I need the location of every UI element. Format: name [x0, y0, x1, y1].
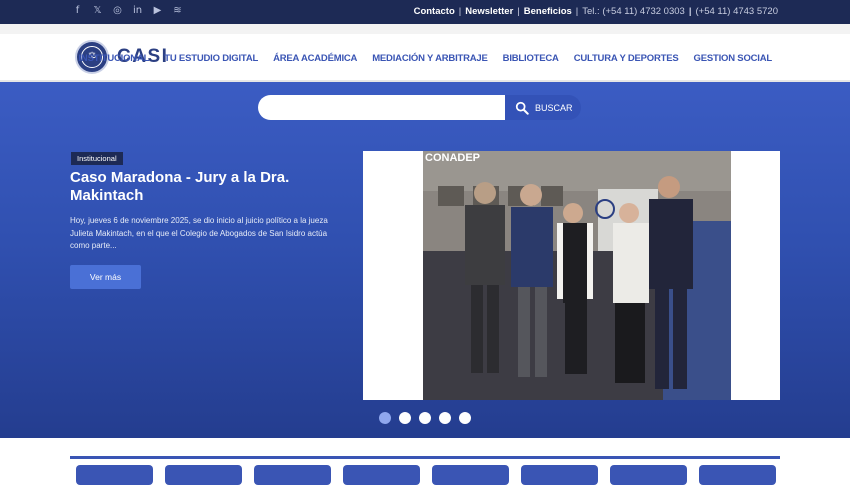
- nav-gestion-social[interactable]: GESTION SOCIAL: [694, 53, 773, 64]
- slide-title[interactable]: Caso Maradona - Jury a la Dra. Makintach: [70, 169, 340, 205]
- linkedin-icon[interactable]: in: [132, 5, 143, 16]
- hero-slider: BUSCAR Institucional Caso Maradona - Jur…: [0, 82, 850, 438]
- group-photo: CONADEP: [423, 151, 731, 400]
- quick-tile[interactable]: [76, 465, 153, 485]
- category-tag[interactable]: Institucional: [71, 152, 123, 165]
- nav-mediacion-arbitraje[interactable]: MEDIACIÓN Y ARBITRAJE: [372, 53, 488, 64]
- main-nav: INSTITUCIONAL TU ESTUDIO DIGITAL ÁREA AC…: [78, 53, 772, 64]
- nav-biblioteca[interactable]: BIBLIOTECA: [503, 53, 559, 64]
- slide-photo[interactable]: CONADEP: [423, 151, 731, 400]
- quick-tile[interactable]: [254, 465, 331, 485]
- slider-dot-5[interactable]: [459, 412, 471, 424]
- photo-sign: CONADEP: [425, 152, 480, 164]
- phone-number-2: (+54 11) 4743 5720: [695, 6, 779, 17]
- quick-tile[interactable]: [432, 465, 509, 485]
- search-button-label: BUSCAR: [535, 102, 573, 113]
- facebook-icon[interactable]: f: [72, 5, 83, 16]
- search-icon: [515, 101, 529, 115]
- search-button[interactable]: BUSCAR: [505, 95, 581, 120]
- slider-dot-1[interactable]: [379, 412, 391, 424]
- beneficios-link[interactable]: Beneficios: [524, 6, 572, 17]
- quick-tile[interactable]: [165, 465, 242, 485]
- slide-image-frame: CONADEP: [363, 151, 780, 400]
- slide-excerpt: Hoy, jueves 6 de noviembre 2025, se dio …: [70, 216, 328, 250]
- quick-access-tiles: [76, 465, 776, 485]
- quick-tile[interactable]: [343, 465, 420, 485]
- ver-mas-button[interactable]: Ver más: [70, 265, 141, 289]
- x-icon[interactable]: 𝕏: [92, 5, 103, 16]
- search-input[interactable]: [258, 95, 506, 120]
- site-header: ⚖ CASI INSTITUCIONAL TU ESTUDIO DIGITAL …: [0, 24, 850, 82]
- newsletter-link[interactable]: Newsletter: [465, 6, 513, 17]
- slider-dot-2[interactable]: [399, 412, 411, 424]
- quick-tile[interactable]: [699, 465, 776, 485]
- nav-area-academica[interactable]: ÁREA ACADÉMICA: [273, 53, 357, 64]
- top-bar: f 𝕏 ◎ in ▶ ≋ Contacto | Newsletter | Benefic…: [0, 0, 850, 24]
- slider-dot-4[interactable]: [439, 412, 451, 424]
- instagram-icon[interactable]: ◎: [112, 5, 123, 16]
- slider-dots: [379, 412, 471, 424]
- section-divider: [70, 456, 780, 459]
- nav-tu-estudio-digital[interactable]: TU ESTUDIO DIGITAL: [164, 53, 258, 64]
- quick-tile[interactable]: [610, 465, 687, 485]
- rss-icon[interactable]: ≋: [172, 5, 183, 16]
- phone-number: Tel.: (+54 11) 4732 0303: [582, 6, 685, 17]
- social-links: f 𝕏 ◎ in ▶ ≋: [72, 5, 183, 16]
- slider-dot-3[interactable]: [419, 412, 431, 424]
- youtube-icon[interactable]: ▶: [152, 5, 163, 16]
- top-links: Contacto | Newsletter | Beneficios | Tel.: (+5…: [413, 6, 779, 17]
- nav-institucional[interactable]: INSTITUCIONAL: [78, 53, 149, 64]
- quick-tile[interactable]: [521, 465, 598, 485]
- contacto-link[interactable]: Contacto: [414, 6, 455, 17]
- nav-cultura-deportes[interactable]: CULTURA Y DEPORTES: [574, 53, 679, 64]
